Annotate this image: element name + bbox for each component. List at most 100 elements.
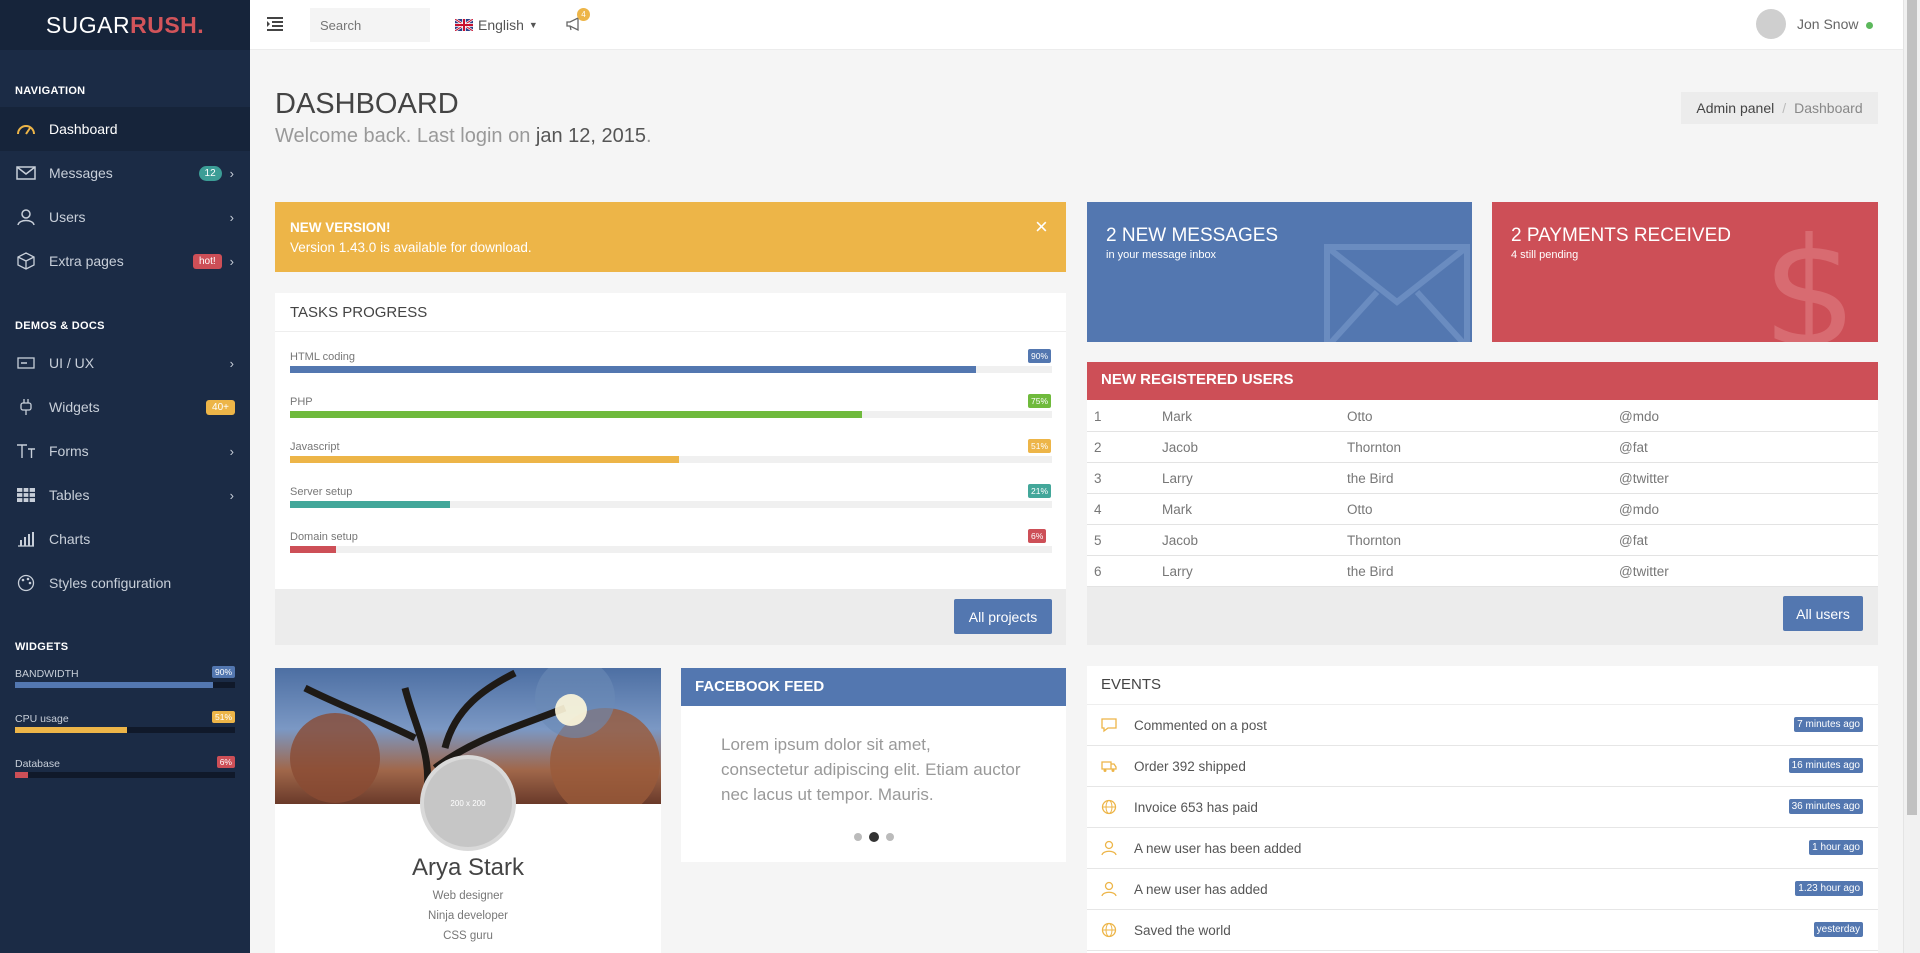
cell-last: Thornton	[1347, 440, 1402, 455]
welcome-suffix: .	[646, 125, 652, 147]
event-text: Invoice 653 has paid	[1134, 800, 1258, 815]
sidebar-item-label: UI / UX	[49, 355, 95, 371]
chevron-right-icon: ›	[229, 253, 234, 269]
cpu-usage-bar-fill	[15, 727, 128, 733]
table-row: 1 Mark Otto @mdo	[1087, 401, 1878, 432]
event-time-badge: 36 minutes ago	[1788, 799, 1863, 814]
sidebar-item-styles-configuration[interactable]: Styles configuration	[0, 561, 250, 605]
new-messages-box[interactable]: 2 NEW MESSAGES in your message inbox	[1087, 202, 1472, 342]
cell-last: the Bird	[1347, 564, 1394, 579]
all-users-button[interactable]: All users	[1783, 596, 1863, 631]
payments-received-box[interactable]: $ 2 PAYMENTS RECEIVED 4 still pending	[1492, 202, 1878, 342]
dollar-icon: $	[1762, 207, 1858, 342]
chevron-right-icon: ›	[229, 209, 234, 225]
cell-handle: @fat	[1619, 533, 1648, 548]
list-item: Saved the world yesterday	[1087, 910, 1878, 951]
user-name[interactable]: Jon Snow	[1797, 16, 1858, 32]
notification-count-badge: 4	[577, 8, 590, 21]
sidebar-item-charts[interactable]: Charts	[0, 517, 250, 561]
cell-first: Mark	[1162, 502, 1192, 517]
cpu-usage-label: CPU usage	[15, 713, 69, 725]
cell-last: Otto	[1347, 409, 1373, 424]
profile-name: Arya Stark	[411, 854, 525, 881]
search-input[interactable]	[310, 8, 430, 42]
breadcrumb-admin-panel[interactable]: Admin panel	[1696, 100, 1774, 116]
sidebar-item-users[interactable]: Users ›	[0, 195, 250, 239]
scrollbar-thumb[interactable]	[1907, 0, 1917, 815]
cpu-usage-bar	[15, 727, 235, 733]
list-item: A new user has been added 1 hour ago	[1087, 828, 1878, 869]
event-time-badge: 1.23 hour ago	[1795, 881, 1863, 896]
cell-id: 4	[1094, 502, 1102, 517]
cell-id: 1	[1094, 409, 1102, 424]
sidebar-item-label: Forms	[49, 443, 89, 459]
sidebar-item-extra-pages[interactable]: Extra pages hot! ›	[0, 239, 250, 283]
breadcrumb: Admin panel / Dashboard	[1681, 92, 1878, 124]
carousel-dot[interactable]	[886, 833, 894, 841]
cpu-usage-pct: 51%	[211, 711, 235, 723]
sidebar-item-widgets[interactable]: Widgets 40+	[0, 385, 250, 429]
task-label: Domain setup	[290, 531, 358, 543]
task-progress-fill	[290, 546, 336, 553]
sidebar-item-forms[interactable]: Forms ›	[0, 429, 250, 473]
cell-handle: @mdo	[1619, 409, 1659, 424]
language-selector[interactable]: English ▼	[455, 17, 538, 33]
task-progress-fill	[290, 501, 451, 508]
demos-section-title: DEMOS & DOCS	[15, 320, 105, 332]
task-progress-bar	[290, 546, 1052, 553]
user-icon	[1101, 840, 1117, 856]
users-title: NEW REGISTERED USERS	[1101, 371, 1294, 388]
uk-flag-icon	[455, 19, 473, 31]
sidebar-item-tables[interactable]: Tables ›	[0, 473, 250, 517]
event-time-badge: yesterday	[1813, 922, 1863, 937]
task-pct: 6%	[1028, 529, 1047, 543]
brand-logo[interactable]: SUGAR RUSH.	[0, 0, 250, 50]
cell-first: Larry	[1162, 471, 1193, 486]
brand-part2: RUSH.	[130, 11, 205, 38]
profile-role: Web designer	[432, 890, 504, 902]
text-height-icon	[15, 443, 37, 459]
chart-icon	[15, 531, 37, 547]
sidebar-item-ui-ux[interactable]: UI / UX ›	[0, 341, 250, 385]
table-row: 5 Jacob Thornton @fat	[1087, 525, 1878, 556]
table-row: 4 Mark Otto @mdo	[1087, 494, 1878, 525]
tasks-progress-panel	[275, 293, 1066, 645]
envelope-icon	[15, 166, 37, 180]
bandwidth-bar-fill	[15, 682, 213, 688]
sidebar-item-label: Widgets	[49, 399, 100, 415]
sidebar: SUGAR RUSH. NAVIGATION Dashboard Messages…	[0, 0, 250, 953]
profile-avatar[interactable]: 200 x 200	[420, 755, 516, 851]
carousel-dot[interactable]	[854, 833, 862, 841]
event-text: Saved the world	[1134, 923, 1231, 938]
task-progress-fill	[290, 411, 862, 418]
notifications-button[interactable]: 4	[565, 8, 590, 37]
list-item: Commented on a post 7 minutes ago	[1087, 705, 1878, 746]
cell-id: 6	[1094, 564, 1102, 579]
brand-part1: SUGAR	[45, 11, 131, 38]
list-item: Order 392 shipped 16 minutes ago	[1087, 746, 1878, 787]
bandwidth-bar	[15, 682, 235, 688]
messages-subtitle: in your message inbox	[1106, 249, 1217, 261]
carousel-dot-active[interactable]	[869, 832, 879, 842]
close-icon[interactable]: ×	[1035, 214, 1048, 240]
chevron-right-icon: ›	[229, 355, 234, 371]
messages-count-badge: 12	[198, 165, 222, 181]
menu-toggle-icon[interactable]	[266, 16, 284, 37]
list-item: Invoice 653 has paid 36 minutes ago	[1087, 787, 1878, 828]
cell-first: Larry	[1162, 564, 1193, 579]
payments-title: 2 PAYMENTS RECEIVED	[1511, 225, 1731, 246]
ui-icon	[15, 356, 37, 370]
cell-id: 2	[1094, 440, 1102, 455]
user-avatar[interactable]	[1756, 9, 1786, 39]
grid-icon	[15, 487, 37, 503]
sidebar-item-messages[interactable]: Messages 12 ›	[0, 151, 250, 195]
all-projects-button[interactable]: All projects	[954, 599, 1052, 634]
database-label: Database	[15, 758, 60, 770]
panel-footer	[275, 589, 1066, 645]
welcome-prefix: Welcome back. Last login on	[275, 125, 536, 147]
sidebar-item-dashboard[interactable]: Dashboard	[0, 107, 250, 151]
cell-id: 5	[1094, 533, 1102, 548]
cell-last: the Bird	[1347, 471, 1394, 486]
task-progress-bar	[290, 456, 1052, 463]
new-version-alert: NEW VERSION! Version 1.43.0 is available…	[275, 202, 1066, 272]
